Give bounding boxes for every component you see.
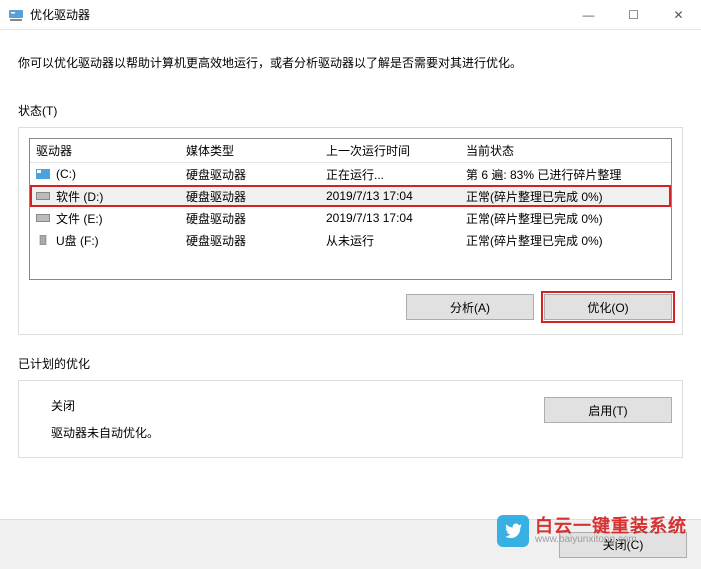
minimize-button[interactable]: — bbox=[566, 0, 611, 30]
col-status[interactable]: 当前状态 bbox=[460, 142, 671, 159]
drive-last: 2019/7/13 17:04 bbox=[320, 189, 460, 203]
description-text: 你可以优化驱动器以帮助计算机更高效地运行，或者分析驱动器以了解是否需要对其进行优… bbox=[18, 54, 683, 72]
drive-name: (C:) bbox=[56, 167, 76, 181]
table-row[interactable]: 软件 (D:) 硬盘驱动器 2019/7/13 17:04 正常(碎片整理已完成… bbox=[30, 185, 671, 207]
table-row[interactable]: (C:) 硬盘驱动器 正在运行... 第 6 遍: 83% 已进行碎片整理 bbox=[30, 163, 671, 185]
status-label: 状态(T) bbox=[18, 102, 683, 119]
drive-status: 第 6 遍: 83% 已进行碎片整理 bbox=[460, 166, 671, 183]
titlebar: 优化驱动器 — ☐ ✕ bbox=[0, 0, 701, 30]
usb-icon bbox=[36, 235, 50, 245]
drive-status: 正常(碎片整理已完成 0%) bbox=[460, 232, 671, 249]
table-row[interactable]: 文件 (E:) 硬盘驱动器 2019/7/13 17:04 正常(碎片整理已完成… bbox=[30, 207, 671, 229]
schedule-note: 驱动器未自动优化。 bbox=[51, 424, 544, 441]
app-icon bbox=[8, 7, 24, 23]
schedule-label: 已计划的优化 bbox=[18, 355, 683, 372]
drive-name: 文件 (E:) bbox=[56, 210, 103, 227]
drive-media: 硬盘驱动器 bbox=[180, 166, 320, 183]
footer: 关闭(C) bbox=[0, 519, 701, 569]
list-header: 驱动器 媒体类型 上一次运行时间 当前状态 bbox=[30, 139, 671, 163]
close-dialog-button[interactable]: 关闭(C) bbox=[559, 532, 687, 558]
status-group: 驱动器 媒体类型 上一次运行时间 当前状态 (C:) 硬盘驱动器 正在运行...… bbox=[18, 127, 683, 335]
drive-last: 2019/7/13 17:04 bbox=[320, 211, 460, 225]
hdd-icon bbox=[36, 213, 50, 223]
drive-last: 正在运行... bbox=[320, 166, 460, 183]
enable-button[interactable]: 启用(T) bbox=[544, 397, 672, 423]
drive-media: 硬盘驱动器 bbox=[180, 232, 320, 249]
col-last[interactable]: 上一次运行时间 bbox=[320, 142, 460, 159]
window-title: 优化驱动器 bbox=[30, 6, 90, 23]
drive-status: 正常(碎片整理已完成 0%) bbox=[460, 188, 671, 205]
drive-media: 硬盘驱动器 bbox=[180, 210, 320, 227]
hdd-icon bbox=[36, 191, 50, 201]
os-drive-icon bbox=[36, 169, 50, 179]
optimize-button[interactable]: 优化(O) bbox=[544, 294, 672, 320]
maximize-button[interactable]: ☐ bbox=[611, 0, 656, 30]
schedule-state: 关闭 bbox=[51, 397, 544, 414]
drive-last: 从未运行 bbox=[320, 232, 460, 249]
schedule-group: 关闭 驱动器未自动优化。 启用(T) bbox=[18, 380, 683, 458]
drive-media: 硬盘驱动器 bbox=[180, 188, 320, 205]
drive-name: 软件 (D:) bbox=[56, 188, 103, 205]
drive-name: U盘 (F:) bbox=[56, 232, 99, 249]
drive-status: 正常(碎片整理已完成 0%) bbox=[460, 210, 671, 227]
table-row[interactable]: U盘 (F:) 硬盘驱动器 从未运行 正常(碎片整理已完成 0%) bbox=[30, 229, 671, 251]
close-button[interactable]: ✕ bbox=[656, 0, 701, 30]
drive-list[interactable]: 驱动器 媒体类型 上一次运行时间 当前状态 (C:) 硬盘驱动器 正在运行...… bbox=[29, 138, 672, 280]
analyze-button[interactable]: 分析(A) bbox=[406, 294, 534, 320]
col-media[interactable]: 媒体类型 bbox=[180, 142, 320, 159]
col-drive[interactable]: 驱动器 bbox=[30, 142, 180, 159]
